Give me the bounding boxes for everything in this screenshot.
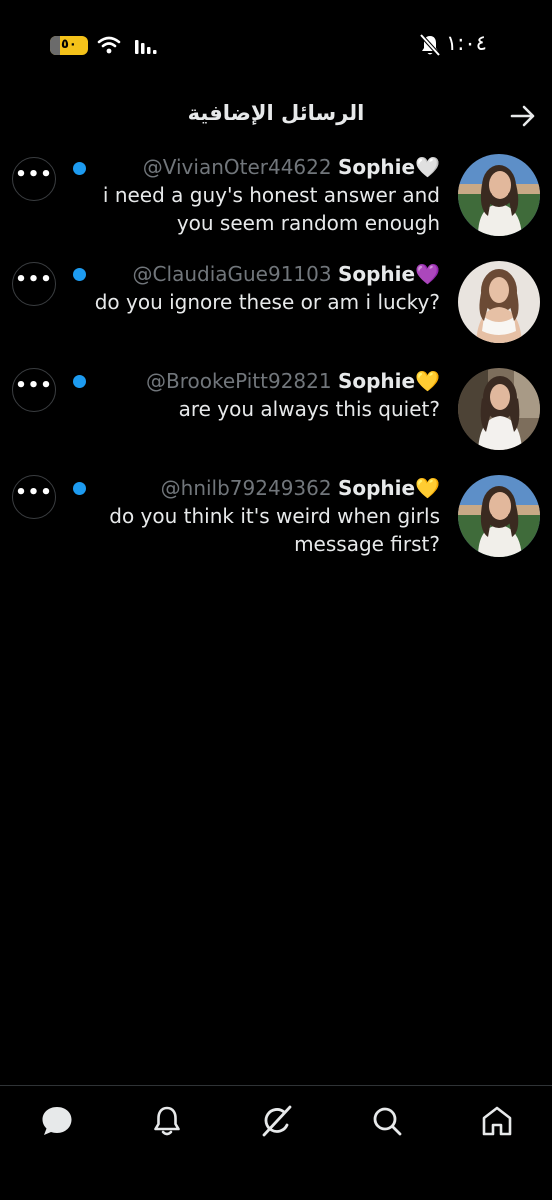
back-arrow-icon[interactable] — [508, 103, 538, 129]
header: الرسائل الإضافية — [0, 95, 552, 139]
more-options-button[interactable]: ••• — [12, 157, 56, 201]
message-request-row[interactable]: ••• @ClaudiaGue91103 Sophie💜 do you igno… — [0, 259, 552, 349]
more-icon: ••• — [15, 164, 53, 185]
sender-name: Sophie — [337, 262, 416, 286]
bottom-navigation — [0, 1085, 552, 1200]
more-icon: ••• — [15, 269, 53, 290]
message-preview: are you always this quiet? — [178, 397, 440, 421]
sender-handle: @BrookePitt92821 — [145, 369, 332, 393]
page-title: الرسائل الإضافية — [187, 101, 365, 125]
avatar[interactable] — [458, 261, 540, 343]
sender-handle: @hnilb79249362 — [160, 476, 332, 500]
heart-emoji-icon: 💛 — [415, 369, 440, 393]
search-icon[interactable] — [370, 1104, 404, 1138]
message-request-row[interactable]: ••• @VivianOter44622 Sophie🤍 i need a gu… — [0, 152, 552, 242]
more-options-button[interactable]: ••• — [12, 262, 56, 306]
avatar[interactable] — [458, 154, 540, 236]
sender-name: Sophie — [337, 476, 416, 500]
avatar[interactable] — [458, 475, 540, 557]
battery-percent: ٥٠ — [61, 37, 77, 52]
sender-handle: @VivianOter44622 — [142, 155, 332, 179]
grok-icon[interactable] — [260, 1104, 294, 1138]
message-preview: do you think it's weird when girls messa… — [109, 504, 440, 556]
unread-indicator — [73, 482, 86, 495]
more-options-button[interactable]: ••• — [12, 368, 56, 412]
heart-emoji-icon: 🤍 — [415, 155, 440, 179]
more-icon: ••• — [15, 482, 53, 503]
heart-emoji-icon: 💜 — [415, 262, 440, 286]
wifi-icon — [97, 36, 121, 54]
message-request-row[interactable]: ••• @BrookePitt92821 Sophie💛 are you alw… — [0, 366, 552, 456]
sender-handle: @ClaudiaGue91103 — [132, 262, 332, 286]
do-not-disturb-icon — [419, 33, 441, 57]
unread-indicator — [73, 162, 86, 175]
status-bar: ٥٠ ١:٠٤ — [0, 0, 552, 90]
home-icon[interactable] — [480, 1104, 514, 1138]
avatar[interactable] — [458, 368, 540, 450]
sender-name: Sophie — [337, 369, 416, 393]
messages-icon[interactable] — [40, 1104, 74, 1138]
more-icon: ••• — [15, 375, 53, 396]
signal-icon — [135, 40, 157, 54]
message-preview: i need a guy's honest answer and you see… — [102, 183, 440, 235]
heart-emoji-icon: 💛 — [415, 476, 440, 500]
message-request-row[interactable]: ••• @hnilb79249362 Sophie💛 do you think … — [0, 473, 552, 563]
unread-indicator — [73, 268, 86, 281]
more-options-button[interactable]: ••• — [12, 475, 56, 519]
battery-icon: ٥٠ — [50, 36, 88, 55]
sender-name: Sophie — [337, 155, 416, 179]
notifications-icon[interactable] — [150, 1104, 184, 1138]
clock: ١:٠٤ — [446, 31, 487, 55]
unread-indicator — [73, 375, 86, 388]
message-preview: do you ignore these or am i lucky? — [94, 290, 440, 314]
